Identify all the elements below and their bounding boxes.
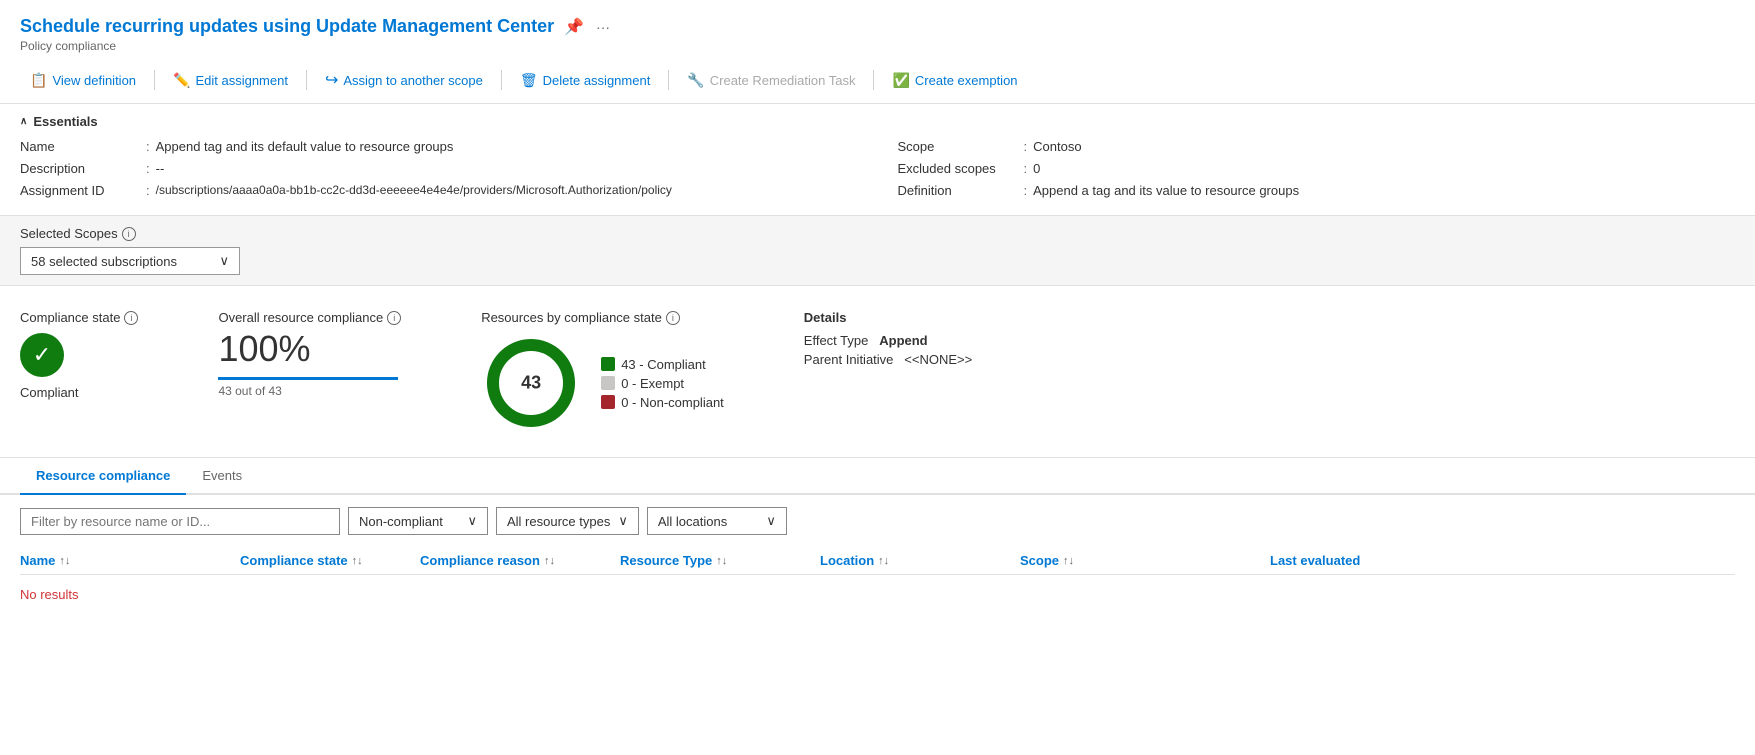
th-scope[interactable]: Scope ↑↓ — [1020, 553, 1270, 568]
essentials-grid: Name : Append tag and its default value … — [20, 139, 1735, 205]
assign-scope-icon: ↪ — [325, 70, 338, 90]
view-definition-icon: 📋 — [30, 72, 47, 89]
edit-assignment-button[interactable]: ✏️ Edit assignment — [163, 67, 298, 94]
toolbar: 📋 View definition ✏️ Edit assignment ↪ A… — [0, 57, 1755, 104]
overall-percent: 100% — [218, 329, 401, 369]
compliance-filter-chevron: ∨ — [467, 513, 477, 529]
overall-compliance-section: Overall resource compliance i 100% 43 ou… — [218, 310, 401, 398]
location-filter-dropdown[interactable]: All locations ∨ — [647, 507, 787, 535]
exemption-icon: ✅ — [892, 72, 909, 89]
page: Schedule recurring updates using Update … — [0, 0, 1755, 755]
view-definition-button[interactable]: 📋 View definition — [20, 67, 146, 94]
tab-resource-compliance[interactable]: Resource compliance — [20, 458, 186, 495]
separator-3 — [501, 70, 502, 90]
compliance-state-section: Compliance state i ✓ Compliant — [20, 310, 138, 400]
legend-non-compliant: 0 - Non-compliant — [601, 395, 724, 410]
sort-location-icon: ↑↓ — [878, 555, 889, 567]
dropdown-chevron-icon: ∨ — [219, 253, 229, 269]
donut-legend: 43 - Compliant 0 - Exempt 0 - Non-compli… — [601, 357, 724, 410]
sort-resource-type-icon: ↑↓ — [716, 555, 727, 567]
tabs-section: Resource compliance Events — [0, 458, 1755, 495]
sort-scope-icon: ↑↓ — [1063, 555, 1074, 567]
create-exemption-button[interactable]: ✅ Create exemption — [882, 67, 1027, 94]
selected-scopes-section: Selected Scopes i 58 selected subscripti… — [0, 216, 1755, 286]
donut-info-icon[interactable]: i — [666, 311, 680, 325]
th-resource-type[interactable]: Resource Type ↑↓ — [620, 553, 820, 568]
scope-row: Scope : Contoso — [898, 139, 1736, 161]
delete-assignment-button[interactable]: 🗑 Delete assignment — [510, 67, 660, 94]
resource-type-chevron: ∨ — [618, 513, 628, 529]
pin-icon[interactable]: 📌 — [564, 17, 584, 37]
th-compliance-state[interactable]: Compliance state ↑↓ — [240, 553, 420, 568]
compliance-dashboard: Compliance state i ✓ Compliant Overall r… — [0, 286, 1755, 458]
no-results: No results — [20, 575, 1735, 614]
essentials-header[interactable]: ∧ Essentials — [20, 114, 1735, 129]
more-options-icon[interactable]: ··· — [596, 19, 610, 35]
essentials-chevron: ∧ — [20, 116, 27, 127]
page-title: Schedule recurring updates using Update … — [20, 16, 554, 37]
donut-chart: 43 — [481, 333, 581, 433]
excluded-scopes-row: Excluded scopes : 0 — [898, 161, 1736, 183]
create-remediation-button[interactable]: 🔧 Create Remediation Task — [677, 67, 865, 94]
separator-4 — [668, 70, 669, 90]
separator-1 — [154, 70, 155, 90]
table-header: Name ↑↓ Compliance state ↑↓ Compliance r… — [20, 547, 1735, 575]
legend-exempt: 0 - Exempt — [601, 376, 724, 391]
effect-type-row: Effect Type Append — [804, 333, 972, 348]
sort-name-icon: ↑↓ — [59, 555, 70, 567]
resources-by-state-section: Resources by compliance state i 43 — [481, 310, 724, 433]
remediation-icon: 🔧 — [687, 72, 704, 89]
overall-count: 43 out of 43 — [218, 384, 401, 398]
compliance-state-header: Compliance state i — [20, 310, 138, 325]
essentials-right: Scope : Contoso Excluded scopes : 0 Defi… — [898, 139, 1736, 205]
separator-5 — [873, 70, 874, 90]
location-chevron: ∨ — [766, 513, 776, 529]
scopes-label: Selected Scopes i — [20, 226, 1735, 241]
th-name[interactable]: Name ↑↓ — [20, 553, 240, 568]
donut-content: 43 43 - Compliant 0 - Exempt 0 - Non-com… — [481, 333, 724, 433]
compliance-bar — [218, 377, 398, 380]
donut-center-value: 43 — [521, 373, 541, 394]
sort-compliance-reason-icon: ↑↓ — [544, 555, 555, 567]
essentials-section: ∧ Essentials Name : Append tag and its d… — [0, 104, 1755, 216]
filters-row: Non-compliant ∨ All resource types ∨ All… — [0, 495, 1755, 547]
details-title: Details — [804, 310, 972, 325]
definition-row: Definition : Append a tag and its value … — [898, 183, 1736, 205]
compliant-icon: ✓ — [20, 333, 64, 377]
resource-search-input[interactable] — [20, 508, 340, 535]
page-header: Schedule recurring updates using Update … — [0, 0, 1755, 57]
legend-compliant: 43 - Compliant — [601, 357, 724, 372]
non-compliant-color — [601, 395, 615, 409]
resource-type-filter-dropdown[interactable]: All resource types ∨ — [496, 507, 639, 535]
overall-compliance-info-icon[interactable]: i — [387, 311, 401, 325]
donut-header: Resources by compliance state i — [481, 310, 724, 325]
th-last-evaluated[interactable]: Last evaluated — [1270, 553, 1735, 568]
parent-initiative-row: Parent Initiative <<NONE>> — [804, 352, 972, 367]
assignment-id-row: Assignment ID : /subscriptions/aaaa0a0a-… — [20, 183, 858, 205]
overall-compliance-header: Overall resource compliance i — [218, 310, 401, 325]
essentials-left: Name : Append tag and its default value … — [20, 139, 858, 205]
th-location[interactable]: Location ↑↓ — [820, 553, 1020, 568]
delete-icon: 🗑 — [520, 72, 538, 89]
assign-another-scope-button[interactable]: ↪ Assign to another scope — [315, 65, 493, 95]
exempt-color — [601, 376, 615, 390]
tab-events[interactable]: Events — [186, 458, 258, 495]
compliance-state-info-icon[interactable]: i — [124, 311, 138, 325]
table-section: Name ↑↓ Compliance state ↑↓ Compliance r… — [0, 547, 1755, 614]
details-section: Details Effect Type Append Parent Initia… — [804, 310, 972, 367]
description-row: Description : -- — [20, 161, 858, 183]
separator-2 — [306, 70, 307, 90]
scopes-dropdown[interactable]: 58 selected subscriptions ∨ — [20, 247, 240, 275]
edit-icon: ✏️ — [173, 72, 190, 89]
th-compliance-reason[interactable]: Compliance reason ↑↓ — [420, 553, 620, 568]
name-row: Name : Append tag and its default value … — [20, 139, 858, 161]
sort-compliance-state-icon: ↑↓ — [352, 555, 363, 567]
effect-type-value: Append — [879, 333, 927, 348]
compliance-filter-dropdown[interactable]: Non-compliant ∨ — [348, 507, 488, 535]
parent-initiative-value: <<NONE>> — [904, 352, 972, 367]
scopes-info-icon[interactable]: i — [122, 227, 136, 241]
compliant-color — [601, 357, 615, 371]
compliant-label: Compliant — [20, 385, 79, 400]
page-subtitle: Policy compliance — [20, 39, 1735, 53]
